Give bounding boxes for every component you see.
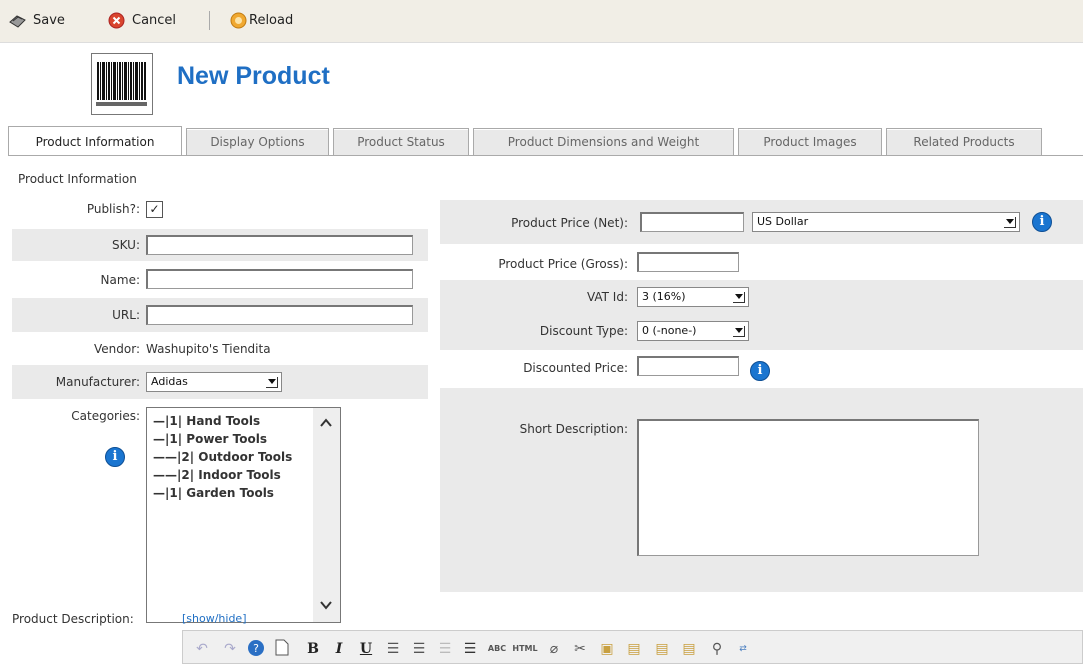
currency-select[interactable]: US Dollar	[752, 212, 1020, 232]
categories-list: —|1| Hand Tools —|1| Power Tools ——|2| O…	[147, 408, 340, 502]
show-hide-link[interactable]: [show/hide]	[182, 612, 247, 625]
discount-info-icon[interactable]: i	[750, 361, 770, 381]
paste-word-icon[interactable]: ▤	[652, 639, 672, 659]
chevron-down-icon	[266, 377, 278, 388]
numbered-list-icon[interactable]: ☰	[409, 639, 429, 659]
vat-select[interactable]: 3 (16%)	[637, 287, 749, 307]
save-icon	[9, 12, 26, 29]
bullet-list-icon[interactable]: ☰	[383, 639, 403, 659]
reload-label: Reload	[249, 12, 294, 28]
html-button[interactable]: HTML	[512, 639, 538, 659]
vendor-value: Washupito's Tiendita	[146, 342, 271, 356]
reload-icon	[230, 12, 247, 29]
vendor-label: Vendor:	[94, 342, 140, 356]
paste-text-icon[interactable]: ▤	[679, 639, 699, 659]
page-title: New Product	[177, 62, 330, 90]
cancel-label: Cancel	[132, 12, 177, 28]
url-label: URL:	[112, 308, 140, 322]
name-label: Name:	[100, 273, 140, 287]
section-title: Product Information	[18, 172, 137, 186]
tab-product-images[interactable]: Product Images	[738, 128, 882, 155]
scroll-up-icon	[320, 418, 332, 427]
discounted-price-input[interactable]	[637, 356, 739, 376]
vat-value: 3 (16%)	[642, 290, 686, 303]
undo-icon[interactable]: ↶	[192, 639, 212, 659]
svg-text:?: ?	[253, 642, 259, 655]
categories-listbox[interactable]: —|1| Hand Tools —|1| Power Tools ——|2| O…	[146, 407, 341, 623]
help-icon[interactable]: ?	[246, 639, 266, 659]
sku-input[interactable]	[146, 235, 413, 255]
spellcheck-button[interactable]: ABC	[484, 639, 510, 659]
price-net-input[interactable]	[640, 212, 744, 232]
product-description-label: Product Description:	[12, 612, 134, 626]
tab-product-information[interactable]: Product Information	[8, 126, 182, 156]
reload-button[interactable]: Reload	[230, 10, 293, 30]
save-button[interactable]: Save	[9, 10, 65, 30]
discount-type-select[interactable]: 0 (-none-)	[637, 321, 749, 341]
category-item[interactable]: —|1| Hand Tools	[147, 412, 340, 430]
price-net-label: Product Price (Net):	[511, 216, 628, 230]
category-item[interactable]: —|1| Garden Tools	[147, 484, 340, 502]
save-label: Save	[33, 12, 65, 28]
tab-related-products[interactable]: Related Products	[886, 128, 1042, 155]
tab-underline	[8, 155, 1083, 156]
product-barcode-logo	[91, 53, 153, 115]
sku-label: SKU:	[112, 238, 140, 252]
url-input[interactable]	[146, 305, 413, 325]
category-item[interactable]: ——|2| Outdoor Tools	[147, 448, 340, 466]
category-item[interactable]: —|1| Power Tools	[147, 430, 340, 448]
short-description-textarea[interactable]	[637, 419, 979, 556]
new-document-icon[interactable]	[272, 639, 292, 659]
find-icon[interactable]: ⚲	[707, 639, 727, 659]
manufacturer-select[interactable]: Adidas	[146, 372, 282, 392]
publish-label: Publish?:	[86, 202, 140, 216]
eraser-icon[interactable]: ⌀	[544, 639, 564, 659]
italic-button[interactable]: I	[329, 639, 349, 659]
replace-icon[interactable]: ⇄	[733, 639, 753, 659]
currency-value: US Dollar	[757, 215, 809, 228]
cut-icon[interactable]: ✂	[570, 639, 590, 659]
tab-product-status[interactable]: Product Status	[333, 128, 469, 155]
editor-toolbar: ↶ ↷ ? B I U ☰ ☰ ☰ ☰ ABC HTML ⌀ ✂ ▣ ▤ ▤ ▤…	[182, 630, 1083, 664]
name-input[interactable]	[146, 269, 413, 289]
vat-label: VAT Id:	[586, 290, 628, 304]
publish-checkbox[interactable]: ✓	[146, 201, 163, 218]
manufacturer-label: Manufacturer:	[55, 375, 140, 389]
indent-icon[interactable]: ☰	[460, 639, 480, 659]
cancel-button[interactable]: Cancel	[108, 10, 176, 30]
chevron-down-icon	[733, 292, 745, 303]
discount-type-label: Discount Type:	[539, 324, 628, 338]
bold-button[interactable]: B	[303, 639, 323, 659]
short-description-label: Short Description:	[519, 422, 628, 436]
categories-scrollbar[interactable]	[313, 408, 340, 622]
price-gross-label: Product Price (Gross):	[498, 257, 628, 271]
categories-label: Categories:	[71, 409, 140, 423]
cancel-icon	[108, 12, 125, 29]
discounted-price-label: Discounted Price:	[523, 361, 628, 375]
price-info-icon[interactable]: i	[1032, 212, 1052, 232]
copy-icon[interactable]: ▣	[597, 639, 617, 659]
redo-icon[interactable]: ↷	[220, 639, 240, 659]
category-item[interactable]: ——|2| Indoor Tools	[147, 466, 340, 484]
toolbar-separator	[209, 11, 210, 30]
price-gross-input[interactable]	[637, 252, 739, 272]
paste-icon[interactable]: ▤	[624, 639, 644, 659]
discount-type-value: 0 (-none-)	[642, 324, 697, 337]
chevron-down-icon	[1004, 217, 1016, 228]
tab-product-dimensions[interactable]: Product Dimensions and Weight	[473, 128, 734, 155]
outdent-icon[interactable]: ☰	[435, 639, 455, 659]
manufacturer-value: Adidas	[151, 375, 188, 388]
underline-button[interactable]: U	[356, 639, 376, 659]
scroll-down-icon	[320, 601, 332, 610]
chevron-down-icon	[733, 326, 745, 337]
toolbar: Save Cancel Reload	[0, 0, 1083, 43]
tab-display-options[interactable]: Display Options	[186, 128, 329, 155]
categories-info-icon[interactable]: i	[105, 447, 125, 467]
